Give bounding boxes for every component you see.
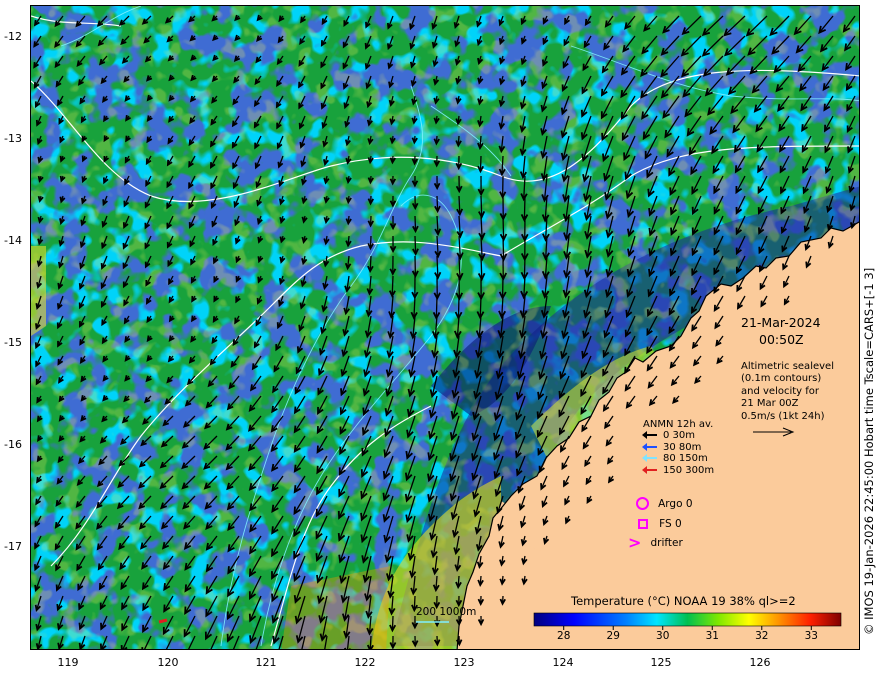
- velocity-arrow-head: [163, 649, 169, 650]
- lat-tick-label: -14: [4, 234, 22, 247]
- legend-depth-label: 80 150m: [663, 453, 708, 465]
- sst-map-canvas: 28 29 30 31 32 33: [31, 6, 859, 650]
- description-line: Altimetric sealevel: [741, 361, 834, 372]
- velocity-arrow: [436, 255, 439, 278]
- lon-tick-label: 126: [749, 656, 771, 669]
- lon-tick-label: 124: [552, 656, 574, 669]
- colorbar-tick-label: 32: [755, 630, 768, 642]
- description-line: 0.5m/s (1kt 24h): [741, 410, 825, 422]
- legend-arrow-icon: [642, 431, 657, 439]
- colorbar-title: Temperature (°C) NOAA 19 38% ql>=2: [571, 594, 796, 608]
- legend-depth-row: 30 80m: [642, 441, 714, 454]
- lon-tick-label: 122: [354, 656, 376, 669]
- lon-tick-label: 125: [650, 656, 672, 669]
- colorbar-tick-label: 31: [706, 630, 719, 642]
- red-mooring-marker: [158, 618, 168, 624]
- lat-tick-label: -15: [4, 336, 22, 349]
- velocity-arrow: [480, 255, 483, 280]
- map-panel[interactable]: 28 29 30 31 32 33 21-Mar-2024 00:50Z Altimetr…: [30, 5, 860, 650]
- fs-label: FS 0: [659, 517, 682, 530]
- velocity-arrow: [480, 195, 483, 217]
- description-line: 21 Mar 00Z: [741, 398, 799, 410]
- colorbar-tick-label: 29: [607, 630, 620, 642]
- velocity-arrow: [479, 295, 482, 318]
- argo-legend: Argo 0: [636, 493, 693, 512]
- lat-tick-label: -12: [4, 30, 22, 43]
- legend-depth-row: 0 30m: [642, 430, 714, 442]
- legend-arrow-icon: [642, 454, 657, 463]
- velocity-arrow: [457, 295, 460, 319]
- colorbar: [533, 612, 842, 627]
- drifter-legend: > drifter: [628, 532, 683, 552]
- side-credit: © IMOS 19-Jan-2026 22:45:00 Hobart time …: [862, 267, 876, 635]
- fs-legend: FS 0: [638, 513, 682, 532]
- legend-arrow-icon: [642, 465, 657, 474]
- legend-title: ANMN 12h av.: [643, 419, 714, 430]
- velocity-arrow: [523, 255, 526, 279]
- map-description: Altimetric sealevel (0.1m contours) and ve…: [741, 361, 834, 423]
- map-time: 00:50Z: [759, 332, 804, 347]
- colorbar-tick-label: 33: [805, 630, 818, 642]
- lon-tick-label: 120: [157, 656, 179, 669]
- colorbar-tick-label: 28: [557, 630, 570, 642]
- lat-tick-label: -16: [4, 438, 22, 451]
- isobath-legend-label: 200 1000m: [416, 606, 477, 618]
- legend-depth-label: 0 30m: [663, 430, 696, 441]
- legend-depth-label: 150 300m: [663, 464, 715, 476]
- legend-depth-row: 80 150m: [642, 453, 714, 465]
- argo-label: Argo 0: [658, 497, 693, 510]
- drifter-label: drifter: [650, 536, 683, 549]
- argo-circle-icon: [636, 497, 649, 510]
- colorbar-tick-label: 30: [656, 630, 669, 642]
- legend-depth-row: 150 300m: [642, 464, 715, 477]
- legend-depth-label: 30 80m: [663, 441, 702, 453]
- velocity-arrow: [435, 295, 438, 319]
- lon-tick-label: 123: [453, 656, 475, 669]
- map-date: 21-Mar-2024: [741, 315, 821, 330]
- fs-square-icon: [638, 518, 648, 529]
- legend-arrow-icon: [642, 442, 657, 451]
- lon-tick-label: 119: [57, 656, 79, 669]
- anmn-legend: ANMN 12h av. 0 30m 30 80m 80 150m 150 300m: [642, 419, 715, 477]
- lat-tick-label: -13: [4, 132, 22, 145]
- description-line: (0.1m contours): [741, 373, 822, 385]
- description-line: and velocity for: [741, 385, 820, 397]
- lon-tick-label: 121: [255, 656, 277, 669]
- lat-tick-label: -17: [4, 540, 22, 553]
- drifter-chevron-icon: >: [628, 533, 642, 552]
